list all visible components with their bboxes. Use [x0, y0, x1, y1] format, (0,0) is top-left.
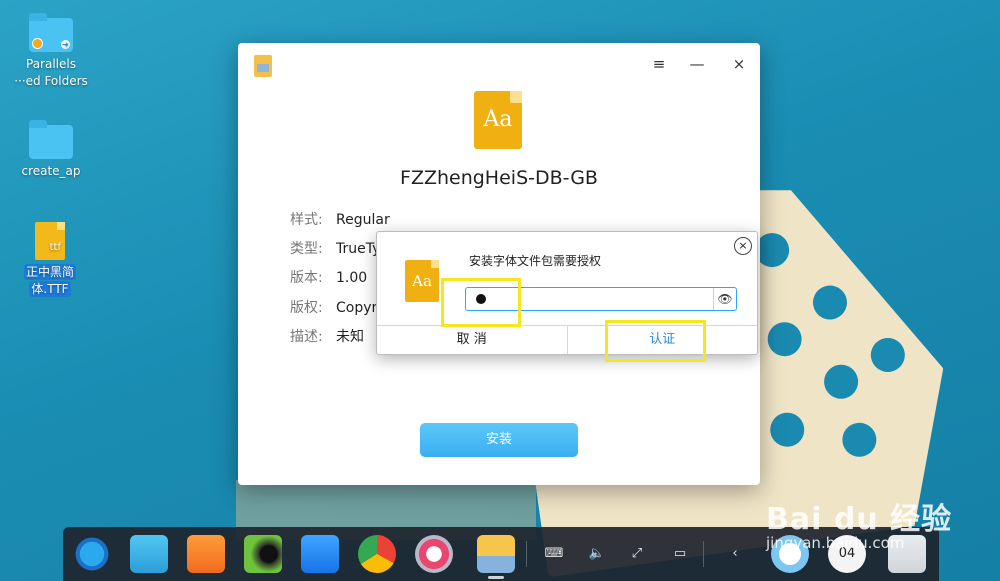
desktop-icon-create-ap[interactable]: create_ap — [11, 120, 91, 180]
launcher-icon[interactable] — [73, 535, 111, 573]
video-player-icon[interactable] — [301, 535, 339, 573]
menu-button[interactable]: ≡ — [646, 53, 672, 75]
ttf-file-icon: ttf — [35, 222, 65, 260]
active-app-indicator — [488, 576, 504, 579]
desktop-icon-font-file[interactable]: ttf 正中黑简 体.TTF — [10, 222, 90, 298]
link-badge-icon: ➜ — [61, 40, 70, 49]
font-file-icon: Aa — [405, 260, 439, 302]
font-installer-dock-icon[interactable] — [477, 535, 515, 573]
desktop-icon-label: create_ap — [21, 164, 81, 178]
desktop-icon-label: ···ed Folders — [14, 74, 88, 88]
keyboard-icon[interactable]: ⌨ — [542, 542, 566, 566]
cancel-button[interactable]: 取 消 — [377, 326, 568, 354]
desktop-icon-label: 体.TTF — [29, 281, 71, 297]
file-manager-icon[interactable] — [130, 535, 168, 573]
music-icon[interactable] — [244, 535, 282, 573]
install-button[interactable]: 安装 — [420, 423, 578, 457]
highlight-password-field — [441, 278, 521, 327]
battery-icon[interactable]: ▭ — [668, 542, 692, 566]
chevron-left-icon[interactable]: ‹ — [723, 542, 747, 566]
desktop-icon-parallels-shared-folders[interactable]: ➜ Parallels ···ed Folders — [11, 13, 91, 90]
desktop-icon-label: Parallels — [26, 57, 76, 71]
info-row-description: 描述: 未知 — [290, 329, 364, 345]
network-icon[interactable]: ⤢ — [625, 542, 649, 566]
info-row-type: 类型: TrueTy — [290, 241, 381, 257]
baidu-jingyan-watermark: Bai du 经验 jingyan.baidu.com — [766, 502, 953, 552]
chrome-icon[interactable] — [358, 535, 396, 573]
info-row-version: 版本: 1.00 — [290, 270, 368, 286]
info-row-style: 样式: Regular — [290, 212, 390, 228]
font-name-title: FZZhengHeiS-DB-GB — [400, 167, 598, 189]
desktop-icon-label: 正中黑简 — [23, 264, 76, 280]
volume-icon[interactable]: 🔈 — [585, 542, 609, 566]
auth-close-button[interactable]: × — [734, 237, 752, 255]
folder-icon — [29, 120, 73, 159]
font-file-icon: Aa — [474, 91, 522, 149]
folder-icon: ➜ — [29, 13, 73, 52]
close-button[interactable]: × — [726, 53, 752, 75]
font-installer-app-icon — [254, 55, 272, 77]
lock-badge-icon — [32, 38, 43, 49]
eye-icon[interactable]: 👁 — [713, 288, 736, 310]
app-store-icon[interactable] — [187, 535, 225, 573]
highlight-authenticate-button — [605, 320, 706, 362]
dock-separator — [703, 541, 704, 567]
dock-separator — [526, 541, 527, 567]
settings-icon[interactable] — [415, 535, 453, 573]
minimize-button[interactable]: — — [684, 53, 710, 75]
info-row-copyright: 版权: Copyr — [290, 300, 378, 316]
auth-title: 安装字体文件包需要授权 — [469, 254, 602, 268]
